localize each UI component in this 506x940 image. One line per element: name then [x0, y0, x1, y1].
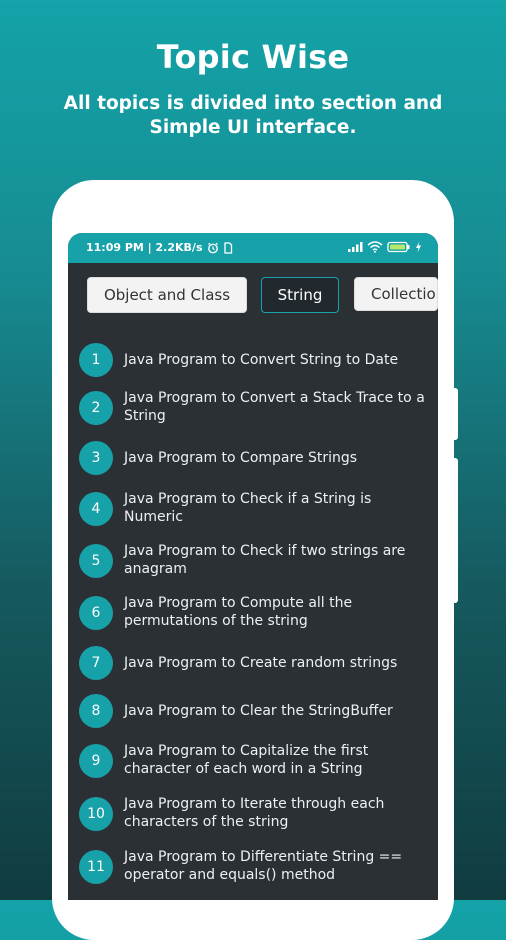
item-title: Java Program to Create random strings — [124, 655, 398, 671]
sim-icon — [223, 241, 232, 254]
item-number-badge: 10 — [79, 797, 113, 831]
list-item[interactable]: 8 Java Program to Clear the StringBuffer — [68, 694, 438, 728]
list-item[interactable]: 2 Java Program to Convert a Stack Trace … — [68, 388, 438, 428]
item-number-badge: 7 — [79, 646, 113, 680]
item-number-badge: 4 — [79, 492, 113, 526]
item-title: Java Program to Check if a String is Num… — [124, 491, 372, 525]
status-right — [347, 241, 422, 253]
promo-subtitle: All topics is divided into section and S… — [63, 93, 443, 138]
list-item[interactable]: 6 Java Program to Compute all the permut… — [68, 593, 438, 633]
list-item[interactable]: 5 Java Program to Check if two strings a… — [68, 541, 438, 581]
item-number-badge: 9 — [79, 744, 113, 778]
item-number-badge: 3 — [79, 441, 113, 475]
status-left: 11:09 PM | 2.2KB/s — [86, 241, 233, 254]
item-title: Java Program to Convert a Stack Trace to… — [124, 390, 425, 424]
list-item[interactable]: 1 Java Program to Convert String to Date — [68, 343, 438, 377]
alarm-icon — [207, 242, 218, 253]
list-item[interactable]: 4 Java Program to Check if a String is N… — [68, 489, 438, 529]
item-number-badge: 5 — [79, 544, 113, 578]
topic-tabs: Object and Class String Collectio — [68, 263, 438, 329]
phone-screen: 11:09 PM | 2.2KB/s Object and Class Stri… — [68, 233, 438, 900]
item-number-badge: 11 — [79, 850, 113, 884]
item-title: Java Program to Compute all the permutat… — [124, 595, 353, 629]
item-title: Java Program to Clear the StringBuffer — [124, 703, 393, 719]
item-number-badge: 1 — [79, 343, 113, 377]
item-number-badge: 8 — [79, 694, 113, 728]
tab-object-and-class[interactable]: Object and Class — [87, 277, 247, 313]
item-number-badge: 6 — [79, 596, 113, 630]
volume-button — [453, 388, 458, 440]
item-title: Java Program to Capitalize the first cha… — [124, 743, 369, 777]
battery-icon — [387, 241, 410, 253]
item-title: Java Program to Check if two strings are… — [124, 543, 406, 577]
list-item[interactable]: 3 Java Program to Compare Strings — [68, 441, 438, 475]
item-title: Java Program to Iterate through each cha… — [124, 796, 385, 830]
power-button — [453, 458, 458, 603]
list-item[interactable]: 7 Java Program to Create random strings — [68, 646, 438, 680]
status-time: 11:09 PM | 2.2KB/s — [86, 241, 203, 254]
charging-icon — [416, 241, 421, 253]
list-item[interactable]: 10 Java Program to Iterate through each … — [68, 794, 438, 834]
tab-collections[interactable]: Collectio — [354, 277, 438, 311]
wifi-icon — [367, 241, 383, 253]
item-title: Java Program to Compare Strings — [124, 450, 358, 466]
signal-icon — [348, 242, 363, 252]
list-item[interactable]: 11 Java Program to Differentiate String … — [68, 847, 438, 887]
promo-title: Topic Wise — [156, 38, 350, 76]
list-item[interactable]: 9 Java Program to Capitalize the first c… — [68, 741, 438, 781]
item-title: Java Program to Differentiate String == … — [124, 849, 403, 883]
status-bar: 11:09 PM | 2.2KB/s — [68, 233, 438, 263]
item-title: Java Program to Convert String to Date — [124, 352, 399, 368]
tab-string[interactable]: String — [261, 277, 339, 313]
item-number-badge: 2 — [79, 391, 113, 425]
